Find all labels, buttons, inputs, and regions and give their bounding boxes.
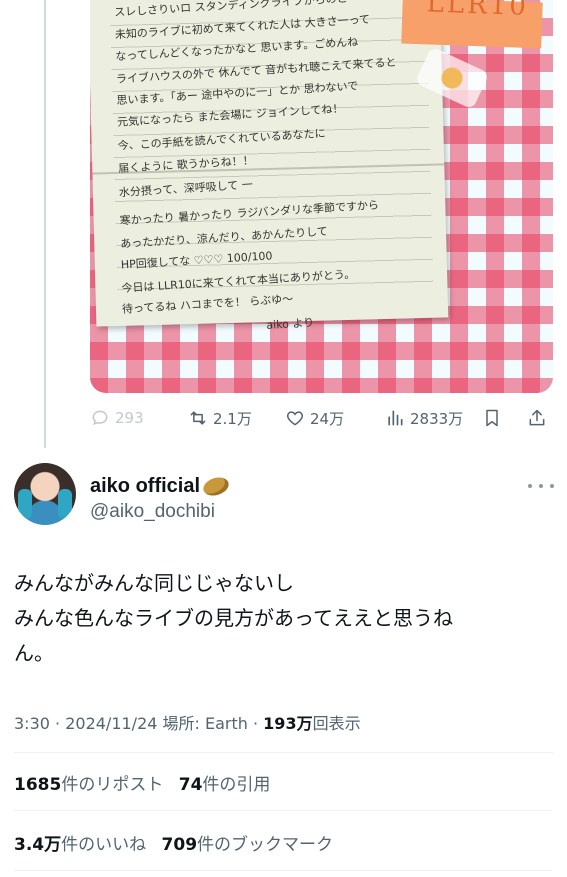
divider [14,752,553,753]
heart-icon [286,411,304,426]
share-icon [529,409,545,426]
user-handle[interactable]: @aiko_dochibi [90,501,215,523]
tweet-photo[interactable]: スレしさりいロ スタンディングライブからのと 未知のライブに初めて来てくれた人は… [90,0,553,393]
more-options-icon[interactable] [528,476,554,496]
quotes-stat[interactable]: 74件の引用 [179,775,271,795]
thread-connector-line [44,0,46,448]
tweet-meta: 3:30 · 2024/11/24 場所: Earth · 193万回表示 [14,714,361,733]
tweet-location[interactable]: 場所: Earth [163,714,248,733]
tweet-action-bar: 293 2.1万 24万 2833万 [90,403,553,433]
reply-count: 293 [115,409,144,427]
likes-stat[interactable]: 3.4万件のいいね [14,835,146,855]
like-button[interactable]: 24万 [285,403,344,433]
engagement-stats-row: 1685件のリポスト 74件の引用 [14,770,270,795]
repost-count: 2.1万 [213,409,252,428]
tweet-date[interactable]: 2024/11/24 [65,714,157,733]
display-name[interactable]: aiko official [90,474,232,499]
views-button[interactable]: 2833万 [385,403,463,433]
tweet-text-line: ん。 [14,641,54,665]
repost-button[interactable]: 2.1万 [188,403,252,433]
divider [14,810,553,811]
tweet-text-line: みんな色んなライブの見方があってええと思うね [14,606,453,630]
tweet-views-count: 193万 [263,714,313,733]
potato-emoji-icon [201,474,232,499]
like-count: 24万 [310,409,345,428]
share-button[interactable] [527,403,547,433]
bookmark-icon [486,409,498,427]
reply-button[interactable]: 293 [90,403,144,433]
reposts-stat[interactable]: 1685件のリポスト [14,775,163,795]
sticky-note: LLR10 [401,0,543,49]
letter-signature: aiko より [266,316,315,332]
bookmark-button[interactable] [482,403,502,433]
engagement-stats-row: 3.4万件のいいね 709件のブックマーク [14,830,333,855]
reply-icon [92,410,108,426]
tweet-views-label: 回表示 [312,714,361,733]
tweet-text: みんながみんな同じじゃないし みんな色んなライブの見方があってええと思うね ん。 [14,566,552,671]
repost-icon [190,411,206,425]
avatar[interactable] [14,463,76,525]
analytics-icon [388,410,403,426]
tweet-text-line: みんながみんな同じじゃないし [14,571,294,595]
handwritten-letter: スレしさりいロ スタンディングライブからのと 未知のライブに初めて来てくれた人は… [90,0,449,332]
views-count: 2833万 [410,409,464,428]
tweet-time[interactable]: 3:30 [14,714,50,733]
divider [14,870,553,871]
display-name-text: aiko official [90,475,201,497]
bookmarks-stat[interactable]: 709件のブックマーク [162,835,334,855]
